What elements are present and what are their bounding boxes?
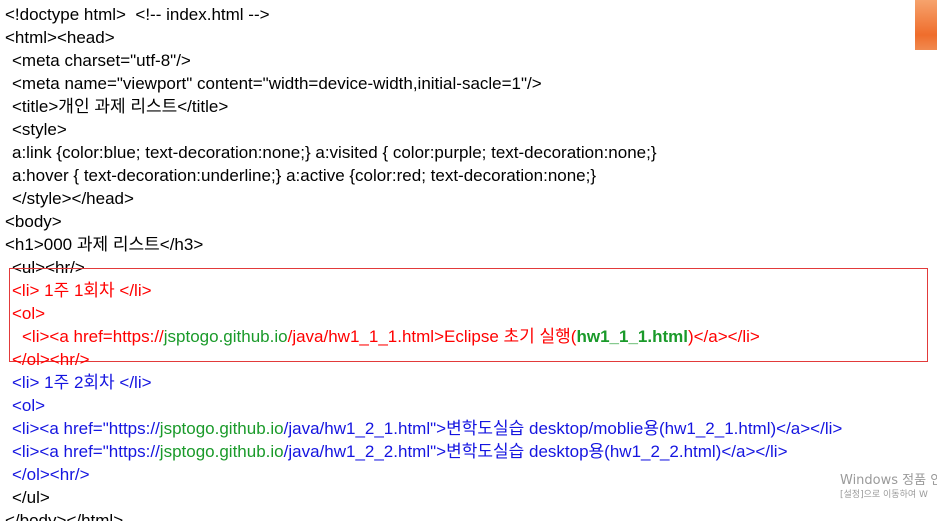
- code-line-ol-open-2: <ol>: [12, 396, 46, 415]
- code-fragment: <li><a href="https://: [12, 442, 160, 461]
- code-fragment-domain: jsptogo.github.io: [159, 419, 284, 438]
- code-line-css-hover: a:hover { text-decoration:underline;} a:…: [12, 166, 597, 185]
- code-line-week1-session2: <li> 1주 2회차 </li>: [12, 373, 152, 392]
- code-listing: <!doctype html> <!-- index.html --> <htm…: [0, 0, 937, 521]
- code-line-body-close: </body></html>: [5, 511, 124, 521]
- code-fragment-filename: hw1_1_1.html: [576, 327, 688, 346]
- code-line-title: <title>개인 과제 리스트</title>: [12, 97, 229, 116]
- code-line-body: <body>: [5, 212, 62, 231]
- watermark-subtitle: [설정]으로 이동하여 W: [840, 490, 928, 500]
- code-fragment: /java/hw1_2_2.html">: [283, 442, 447, 461]
- code-fragment: <li><a href=https://: [22, 327, 164, 346]
- code-line-link-hw1-2-2: <li><a href="https://jsptogo.github.io/j…: [12, 441, 788, 463]
- code-line-css-link: a:link {color:blue; text-decoration:none…: [12, 143, 657, 162]
- code-fragment: <li><a href="https://: [12, 419, 160, 438]
- code-line-week1-session1: <li> 1주 1회차 </li>: [12, 281, 152, 300]
- code-fragment-domain: jsptogo.github.io: [159, 442, 284, 461]
- code-line-ol-close-2: </ol><hr/>: [12, 465, 90, 484]
- code-line-ol-close-1: </ol><hr/>: [12, 350, 90, 369]
- code-line-h1: <h1>000 과제 리스트</h3>: [5, 235, 204, 254]
- code-fragment-domain: jsptogo.github.io: [163, 327, 288, 346]
- code-line-style-open: <style>: [12, 120, 67, 139]
- code-line-meta-charset: <meta charset="utf-8"/>: [12, 51, 191, 70]
- watermark-title: Windows 정품 인: [840, 473, 937, 488]
- code-line-html-head: <html><head>: [5, 28, 115, 47]
- code-fragment: 변학도실습 desktop용(hw1_2_2.html)</a></li>: [446, 442, 788, 461]
- code-line-meta-viewport: <meta name="viewport" content="width=dev…: [12, 74, 542, 93]
- code-line-ul-close: </ul>: [12, 488, 50, 507]
- windows-activation-watermark: Windows 정품 인 [설정]으로 이동하여 W: [840, 473, 937, 502]
- code-line-link-hw1-1-1: <li><a href=https://jsptogo.github.io/ja…: [22, 326, 760, 348]
- code-line-doctype: <!doctype html> <!-- index.html -->: [5, 5, 270, 24]
- code-line-ol-open-1: <ol>: [12, 304, 46, 323]
- code-line-link-hw1-2-1: <li><a href="https://jsptogo.github.io/j…: [12, 418, 842, 440]
- slide-accent-bar: [915, 0, 937, 50]
- code-fragment: /java/hw1_2_1.html">: [283, 419, 447, 438]
- code-line-style-close: </style></head>: [12, 189, 134, 208]
- code-fragment: )</a></li>: [687, 327, 760, 346]
- code-fragment: /java/hw1_1_1.html>Eclipse 초기 실행(: [287, 327, 577, 346]
- code-fragment: 변학도실습 desktop/moblie용(hw1_2_1.html)</a><…: [446, 419, 843, 438]
